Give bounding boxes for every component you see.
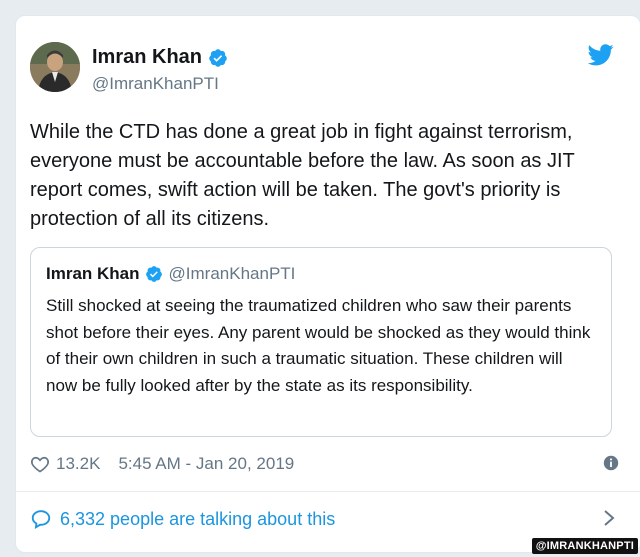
avatar-portrait [30,42,80,92]
like-count[interactable]: 13.2K [56,454,100,474]
verified-badge-icon [209,48,227,67]
verified-badge-icon [145,266,162,282]
speech-bubble-icon [31,510,51,530]
conversation-link[interactable]: 6,332 people are talking about this [30,506,620,532]
heart-icon[interactable] [30,454,50,474]
talking-count[interactable]: 6,332 people are talking about this [60,509,335,530]
info-icon[interactable] [602,454,620,472]
quoted-tweet-text: Still shocked at seeing the traumatized … [46,296,591,395]
tweet-text: While the CTD has done a great job in fi… [30,121,575,230]
author-handle[interactable]: @ImranKhanPTI [92,74,219,94]
quoted-author-handle: @ImranKhanPTI [168,264,296,283]
tweet-meta: 13.2K 5:45 AM - Jan 20, 2019 [30,452,620,476]
author-name[interactable]: Imran Khan [92,46,202,69]
quoted-tweet[interactable]: Imran Khan @ImranKhanPTI Still shocked a… [30,247,612,437]
watermark: @IMRANKHANPTI [531,538,638,554]
avatar[interactable] [30,42,80,92]
author-name-row[interactable]: Imran Khan [92,46,228,69]
quoted-author-name: Imran Khan [46,264,140,283]
divider [16,491,640,492]
quoted-tweet-header: Imran Khan @ImranKhanPTI [46,264,295,284]
chevron-right-icon[interactable] [602,508,616,528]
twitter-bird-icon[interactable] [588,44,614,66]
tweet-timestamp[interactable]: 5:45 AM - Jan 20, 2019 [118,454,294,474]
tweet-card: Imran Khan @ImranKhanPTI While the CTD h… [15,15,640,553]
